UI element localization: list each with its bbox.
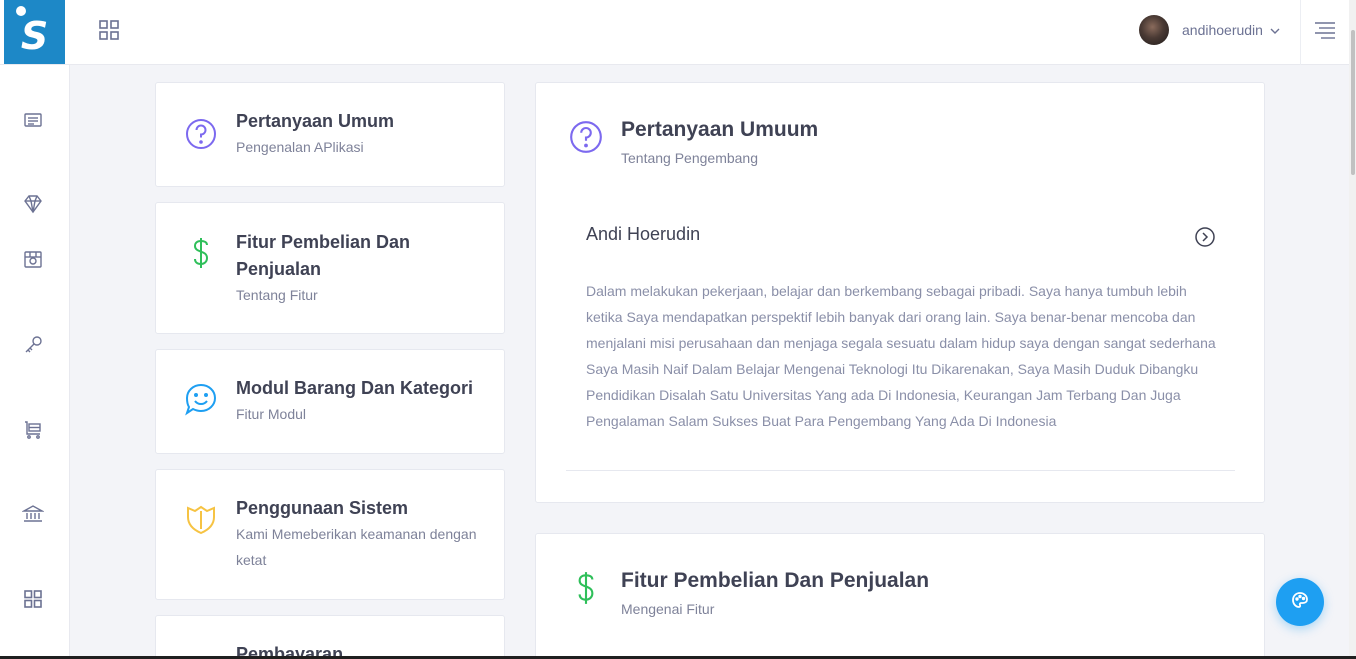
dollar-icon — [568, 570, 604, 606]
faq-category-card[interactable]: Modul Barang Dan Kategori Fitur Modul — [155, 349, 505, 454]
category-subtitle: Tentang Fitur — [236, 287, 318, 303]
bank-icon[interactable] — [21, 503, 45, 525]
category-subtitle: Pengenalan APlikasi — [236, 139, 364, 155]
hamburger-menu-icon[interactable] — [1313, 20, 1337, 40]
question-circle-icon — [184, 117, 218, 151]
avatar[interactable] — [1139, 15, 1169, 45]
faq-category-card[interactable]: Pembayaran — [155, 615, 505, 659]
dollar-icon — [184, 236, 218, 270]
header-divider — [1300, 0, 1301, 65]
accordion-divider — [566, 470, 1235, 471]
category-title: Fitur Pembelian Dan Penjualan — [236, 232, 411, 279]
app-logo[interactable]: S — [4, 0, 65, 64]
diamond-icon[interactable] — [22, 193, 44, 215]
cart-icon[interactable] — [22, 418, 44, 440]
category-subtitle: Fitur Modul — [236, 406, 307, 422]
category-title: Pertanyaan Umum — [236, 111, 395, 131]
palette-icon — [1291, 591, 1309, 614]
section-title: Fitur Pembelian Dan Penjualan — [621, 569, 930, 592]
question-circle-icon — [568, 119, 604, 155]
key-icon[interactable] — [22, 334, 44, 356]
faq-category-card[interactable]: Fitur Pembelian Dan Penjualan Tentang Fi… — [155, 202, 505, 334]
scrollbar-thumb[interactable] — [1351, 30, 1355, 175]
sidebar — [0, 65, 70, 659]
chevron-right-circle-icon[interactable] — [1194, 226, 1216, 248]
accordion-title[interactable]: Andi Hoerudin — [586, 224, 700, 245]
username-label[interactable]: andihoerudin — [1182, 22, 1263, 38]
section-subtitle: Tentang Pengembang — [621, 150, 758, 166]
faq-section: Pertanyaan Umuum Tentang Pengembang Andi… — [535, 82, 1265, 503]
category-title: Penggunaan Sistem — [236, 498, 409, 518]
customizer-button[interactable] — [1276, 578, 1324, 626]
section-title: Pertanyaan Umuum — [621, 118, 819, 141]
newspaper-icon[interactable] — [22, 109, 44, 131]
logo-letter: S — [20, 14, 49, 58]
faq-category-card[interactable]: Penggunaan Sistem Kami Memeberikan keama… — [155, 469, 505, 600]
category-title: Modul Barang Dan Kategori — [236, 378, 474, 398]
grid-icon[interactable] — [22, 588, 44, 610]
shield-icon — [184, 503, 218, 537]
accordion-body: Dalam melakukan pekerjaan, belajar dan b… — [586, 283, 1216, 429]
top-header: S andihoerudin — [0, 0, 1356, 65]
faq-category-card[interactable]: Pertanyaan Umum Pengenalan APlikasi — [155, 82, 505, 187]
user-menu[interactable]: andihoerudin — [1139, 14, 1281, 46]
chevron-down-icon[interactable] — [1269, 24, 1281, 36]
faq-section: Fitur Pembelian Dan Penjualan Mengenai F… — [535, 533, 1265, 659]
category-subtitle: Kami Memeberikan keamanan dengan ketat — [236, 526, 477, 568]
package-icon[interactable] — [22, 248, 44, 270]
apps-grid-icon[interactable] — [98, 19, 120, 41]
section-subtitle: Mengenai Fitur — [621, 601, 715, 617]
smile-chat-icon — [184, 382, 218, 416]
